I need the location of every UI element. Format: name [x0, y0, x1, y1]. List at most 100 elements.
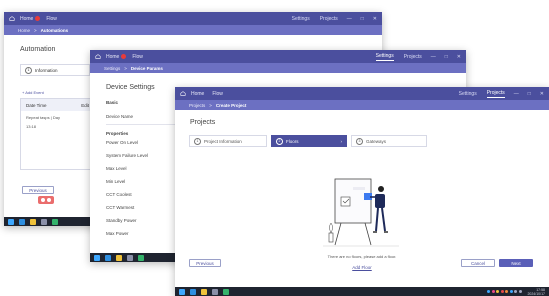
- device-name-label: Device Name: [106, 114, 134, 119]
- property-item[interactable]: Max Power: [106, 231, 148, 244]
- nav-home[interactable]: Home: [20, 16, 33, 22]
- nav-projects[interactable]: Projects: [486, 90, 505, 98]
- property-item[interactable]: Standby Power: [106, 218, 148, 231]
- table-header: Date Time Edit: [21, 99, 94, 111]
- maximize-icon[interactable]: □: [445, 54, 448, 60]
- breadcrumb-current: Automations: [40, 27, 69, 33]
- dot-icon: [47, 198, 51, 202]
- home-icon[interactable]: [95, 54, 101, 59]
- folder-icon[interactable]: [30, 218, 36, 225]
- step-label: Gateways: [366, 138, 387, 144]
- app-icon[interactable]: [41, 218, 47, 225]
- add-event-link[interactable]: + Add Event: [22, 90, 44, 95]
- titlebar: Home Flow Settings Projects — □ ✕: [4, 12, 382, 25]
- breadcrumb: Projects > Create Project: [175, 100, 549, 110]
- col-edit[interactable]: Edit: [81, 103, 89, 108]
- previous-button[interactable]: Previous: [189, 259, 221, 267]
- close-icon[interactable]: ✕: [457, 54, 461, 60]
- windows-start-icon[interactable]: [179, 288, 185, 295]
- step-project-information[interactable]: 1 Project Information: [189, 135, 267, 147]
- nav-flow[interactable]: Flow: [212, 91, 223, 97]
- app-icon[interactable]: [52, 218, 58, 225]
- divider: [106, 124, 176, 125]
- browser-icon[interactable]: [105, 254, 111, 261]
- tray-icons[interactable]: [487, 290, 523, 293]
- titlebar: Home Flow Settings Projects — □ ✕: [90, 50, 466, 63]
- browser-icon[interactable]: [19, 218, 25, 225]
- nav-settings[interactable]: Settings: [459, 91, 477, 97]
- step-number: 3: [356, 137, 363, 145]
- app-icon[interactable]: [138, 254, 144, 261]
- breadcrumb-current: Create Project: [215, 102, 247, 108]
- property-item[interactable]: Power On Level: [106, 140, 148, 153]
- step-gateways[interactable]: 3 Gateways: [351, 135, 427, 147]
- nav-home[interactable]: Home: [191, 91, 204, 97]
- breadcrumb-current: Device Params: [130, 65, 163, 71]
- breadcrumb-projects[interactable]: Projects: [189, 103, 205, 108]
- notification-badge: [35, 16, 41, 21]
- section-basic: Basic: [106, 100, 119, 105]
- property-item[interactable]: Max Level: [106, 166, 148, 179]
- taskbar: 17:58 2024/10/17: [175, 287, 549, 296]
- minimize-icon[interactable]: —: [514, 91, 519, 97]
- page-title: Projects: [190, 119, 216, 126]
- table-row[interactable]: Repeat tasps | Day 13:18: [21, 111, 94, 133]
- nav-projects[interactable]: Projects: [404, 54, 422, 60]
- properties-list: Power On Level System Failure Level Max …: [106, 140, 148, 244]
- maximize-icon[interactable]: □: [528, 91, 531, 97]
- nav-settings[interactable]: Settings: [292, 16, 310, 22]
- nav-settings[interactable]: Settings: [375, 53, 394, 61]
- row-time: 13:18: [26, 124, 37, 129]
- property-item[interactable]: CCT Coolest: [106, 192, 148, 205]
- info-tab[interactable]: 1 Information: [20, 64, 90, 76]
- home-icon[interactable]: [9, 16, 15, 21]
- close-icon[interactable]: ✕: [373, 16, 377, 22]
- clock[interactable]: 17:58 2024/10/17: [527, 288, 545, 296]
- breadcrumb: Home > Automations: [4, 25, 382, 35]
- info-icon: 1: [25, 66, 32, 74]
- property-item[interactable]: System Failure Level: [106, 153, 148, 166]
- breadcrumb-settings[interactable]: Settings: [104, 66, 120, 71]
- nav-flow[interactable]: Flow: [46, 16, 57, 22]
- previous-button[interactable]: Previous: [22, 186, 54, 194]
- section-properties: Properties: [106, 131, 129, 136]
- notification-badge: [121, 54, 127, 59]
- titlebar: Home Flow Settings Projects — □ ✕: [175, 87, 549, 100]
- cancel-button[interactable]: Cancel: [461, 259, 495, 267]
- windows-start-icon[interactable]: [8, 218, 14, 225]
- close-icon[interactable]: ✕: [540, 91, 544, 97]
- windows-start-icon[interactable]: [94, 254, 100, 261]
- create-project-window: Home Flow Settings Projects — □ ✕ Projec…: [175, 87, 549, 296]
- folder-icon[interactable]: [116, 254, 122, 261]
- folder-icon[interactable]: [201, 288, 207, 295]
- page-title: Automation: [20, 46, 56, 53]
- dot-icon: [41, 198, 45, 202]
- toggle-pill[interactable]: [38, 196, 54, 204]
- property-item[interactable]: Min Level: [106, 179, 148, 192]
- app-icon[interactable]: [223, 288, 229, 295]
- event-table: Date Time Edit Repeat tasps | Day 13:18: [20, 98, 95, 170]
- next-button[interactable]: Next: [499, 259, 533, 267]
- maximize-icon[interactable]: □: [361, 16, 364, 22]
- breadcrumb-home[interactable]: Home: [18, 28, 30, 33]
- empty-state-illustration: [323, 178, 399, 247]
- nav-home[interactable]: Home: [106, 54, 119, 60]
- step-label: Floors: [286, 138, 299, 144]
- nav-flow[interactable]: Flow: [132, 54, 143, 60]
- property-item[interactable]: CCT Warmest: [106, 205, 148, 218]
- step-floors[interactable]: 2 Floors ›: [271, 135, 347, 147]
- minimize-icon[interactable]: —: [431, 54, 436, 60]
- step-label: Project Information: [204, 138, 242, 144]
- step-number: 1: [194, 137, 201, 145]
- minimize-icon[interactable]: —: [347, 16, 352, 22]
- app-icon[interactable]: [212, 288, 218, 295]
- nav-projects[interactable]: Projects: [320, 16, 338, 22]
- breadcrumb: Settings > Device Params: [90, 63, 466, 73]
- col-date-time: Date Time: [26, 102, 47, 108]
- step-number: 2: [276, 137, 283, 145]
- system-tray: 17:58 2024/10/17: [487, 288, 545, 296]
- app-icon[interactable]: [127, 254, 133, 261]
- clock-date: 2024/10/17: [527, 291, 545, 296]
- browser-icon[interactable]: [190, 288, 196, 295]
- home-icon[interactable]: [180, 91, 186, 96]
